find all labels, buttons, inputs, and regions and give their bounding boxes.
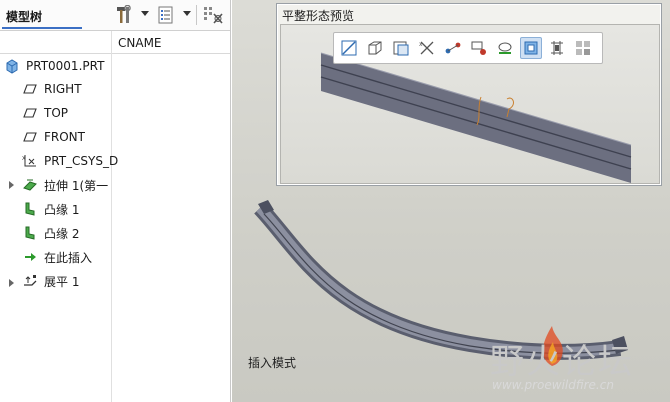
- layer-icon: [576, 41, 590, 55]
- annotation-display-button[interactable]: [494, 37, 516, 59]
- spin-center-icon: [471, 41, 486, 55]
- annotation-display-icon: [498, 42, 512, 54]
- datum-axis-button[interactable]: [442, 37, 464, 59]
- datum-display-icon: x: [419, 41, 434, 55]
- saved-views-icon: [393, 41, 409, 56]
- datum-axis-icon: [445, 42, 461, 54]
- view-toolbar: x: [333, 32, 603, 64]
- flat-pattern-preview-window[interactable]: 平整形态预览 x: [276, 3, 662, 186]
- view-orientation-icon: [368, 41, 382, 55]
- display-style-icon: [524, 41, 538, 55]
- spin-center-button[interactable]: [468, 37, 490, 59]
- saved-views-button[interactable]: [390, 37, 412, 59]
- status-message: 插入模式: [248, 356, 297, 370]
- layer-button[interactable]: [572, 37, 594, 59]
- preview-title: 平整形态预览: [282, 9, 355, 23]
- datum-display-button[interactable]: x: [416, 37, 438, 59]
- watermark-url: www.proewildfire.cn: [492, 378, 614, 392]
- svg-text:x: x: [419, 41, 423, 48]
- forum-watermark: 野火论坛 www.proewildfire.cn: [484, 326, 670, 402]
- view-orientation-button[interactable]: [364, 37, 386, 59]
- shaded-icon: [551, 41, 563, 55]
- refit-icon: [341, 40, 357, 56]
- refit-button[interactable]: [338, 37, 360, 59]
- display-style-button[interactable]: [520, 37, 542, 59]
- shaded-button[interactable]: [546, 37, 568, 59]
- watermark-name: 野火论坛: [490, 342, 634, 382]
